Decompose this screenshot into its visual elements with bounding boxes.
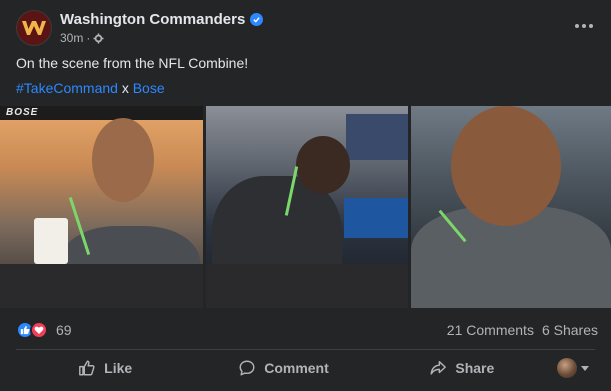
- caret-down-icon: [580, 365, 589, 371]
- stadium-board: [344, 198, 408, 238]
- bose-logo: BOSE: [6, 107, 39, 118]
- page-name[interactable]: Washington Commanders: [60, 11, 264, 28]
- commanders-logo-icon: [22, 21, 46, 35]
- shares-count[interactable]: 6 Shares: [542, 322, 598, 338]
- comment-icon: [239, 360, 255, 376]
- share-label: Share: [455, 360, 495, 376]
- stadium-screen: [346, 114, 408, 160]
- share-button[interactable]: Share: [373, 352, 551, 384]
- page-name-text[interactable]: Washington Commanders: [60, 11, 245, 28]
- post-header: Washington Commanders 30m ·: [16, 10, 596, 50]
- love-reaction-icon: [30, 321, 48, 339]
- tag-joiner: x: [121, 80, 129, 96]
- like-label: Like: [104, 360, 133, 376]
- engagement-stats: 21 Comments 6 Shares: [447, 322, 598, 338]
- person-head: [451, 106, 561, 226]
- actions-divider: [16, 349, 595, 350]
- verified-icon: [250, 13, 264, 26]
- mention-link[interactable]: Bose: [133, 80, 165, 96]
- viewer-avatar: [556, 358, 577, 378]
- person-head: [296, 136, 350, 194]
- photo-1[interactable]: BOSE: [0, 106, 203, 308]
- post-meta: 30m ·: [60, 31, 104, 45]
- photo-grid: BOSE: [0, 106, 611, 308]
- hashtag-link[interactable]: #TakeCommand: [16, 80, 118, 96]
- post-tags: #TakeCommand x Bose: [16, 80, 165, 96]
- post-timestamp[interactable]: 30m: [60, 31, 83, 45]
- photo-3[interactable]: [411, 106, 611, 308]
- bose-banner: BOSE: [0, 106, 203, 120]
- person-head: [92, 118, 154, 202]
- photo-2[interactable]: [206, 106, 408, 308]
- more-options-icon[interactable]: [572, 16, 596, 36]
- comment-button[interactable]: Comment: [194, 352, 372, 384]
- comment-label: Comment: [264, 360, 329, 376]
- coffee-cup: [34, 218, 68, 264]
- meta-separator: ·: [86, 31, 91, 45]
- like-button[interactable]: Like: [16, 352, 194, 384]
- desk: [206, 264, 408, 308]
- reaction-count[interactable]: 69: [56, 322, 72, 338]
- post-as-selector[interactable]: [551, 358, 595, 378]
- page-avatar[interactable]: [16, 10, 52, 46]
- reactions-summary[interactable]: 69: [16, 321, 72, 339]
- post-actions: Like Comment Share: [16, 352, 595, 384]
- desk: [0, 264, 203, 308]
- share-icon: [430, 360, 447, 375]
- post-card: Washington Commanders 30m · On the scene…: [0, 0, 611, 391]
- like-icon: [79, 360, 95, 376]
- post-text: On the scene from the NFL Combine!: [16, 55, 249, 71]
- comments-count[interactable]: 21 Comments: [447, 322, 534, 338]
- globe-settings-icon[interactable]: [93, 32, 104, 44]
